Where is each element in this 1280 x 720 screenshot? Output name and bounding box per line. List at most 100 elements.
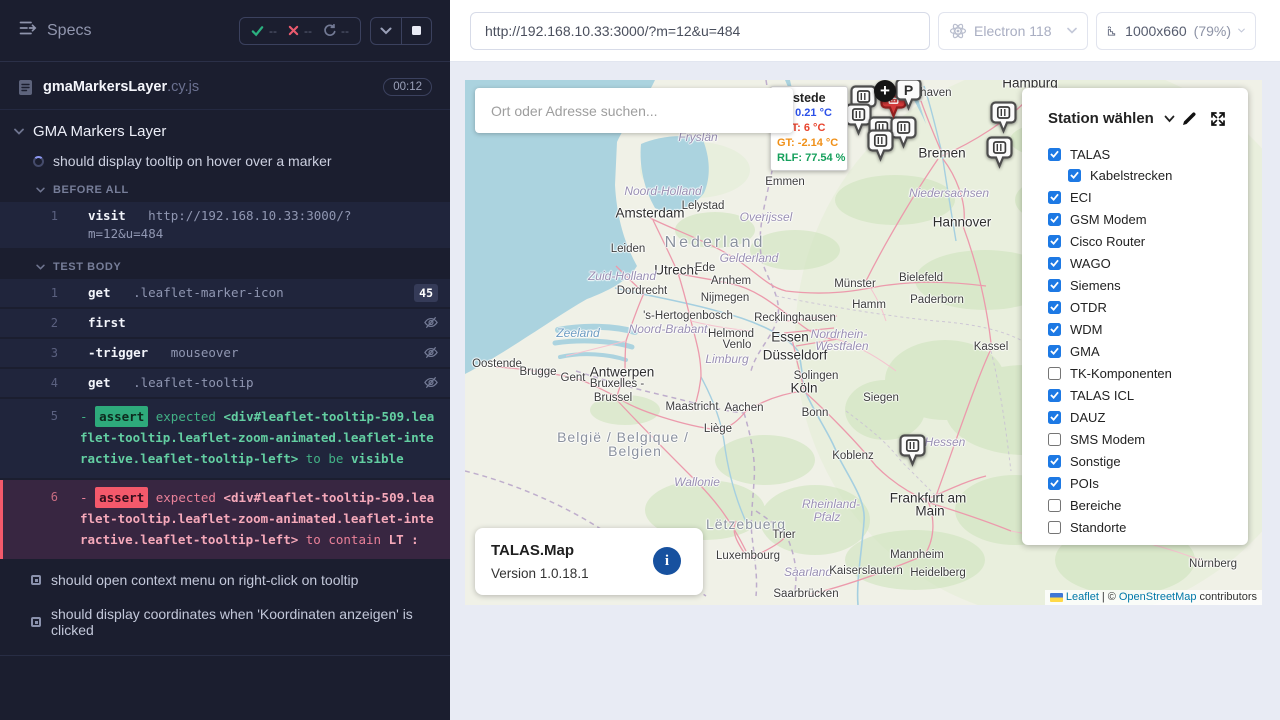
panel-title[interactable]: Station wählen	[1048, 110, 1154, 127]
layer-toggle-kabelstrecken[interactable]: Kabelstrecken	[1068, 168, 1226, 182]
aut-stage: HamburgBremerhavenBremenNiedersachsenHan…	[450, 62, 1280, 720]
stat-failed: --	[288, 24, 312, 38]
chevron-down-icon[interactable]	[1164, 115, 1175, 123]
map-label: Kaiserslautern	[829, 565, 903, 577]
checkbox-checked[interactable]	[1048, 279, 1061, 292]
checkbox-unchecked[interactable]	[1048, 499, 1061, 512]
checkbox-checked[interactable]	[1048, 323, 1061, 336]
command-assert-passed[interactable]: 5 - assert expected <div#leaflet-tooltip…	[0, 399, 450, 478]
layer-toggle-cisco-router[interactable]: Cisco Router	[1048, 234, 1226, 248]
parking-marker[interactable]: P	[895, 80, 922, 117]
collapse-all-button[interactable]	[371, 18, 401, 44]
layer-toggle-wago[interactable]: WAGO	[1048, 256, 1226, 270]
viewport-zoom: (79%)	[1194, 23, 1231, 39]
command-first[interactable]: 2 first	[0, 309, 450, 337]
checkbox-checked[interactable]	[1048, 148, 1061, 161]
command-assert-failed[interactable]: 6 - assert expected <div#leaflet-tooltip…	[0, 480, 450, 559]
checkbox-checked[interactable]	[1048, 257, 1061, 270]
checkbox-unchecked[interactable]	[1048, 367, 1061, 380]
test-body-header[interactable]: TEST BODY	[0, 252, 450, 279]
layer-label: Sonstige	[1070, 454, 1121, 469]
pending-test-row[interactable]: should open context menu on right-click …	[0, 563, 450, 597]
url-input[interactable]: http://192.168.10.33:3000/?m=12&u=484	[470, 12, 930, 50]
pending-test-row[interactable]: should display coordinates when 'Koordin…	[0, 597, 450, 647]
sidebar-divider	[0, 655, 450, 656]
layer-toggle-otdr[interactable]: OTDR	[1048, 300, 1226, 314]
checkbox-checked[interactable]	[1048, 345, 1061, 358]
map-label: Gelderland	[720, 251, 779, 265]
map-label: Amsterdam	[615, 206, 684, 221]
checkbox-unchecked[interactable]	[1048, 433, 1061, 446]
checkbox-checked[interactable]	[1048, 477, 1061, 490]
map-info-card: TALAS.Map Version 1.0.18.1 i	[475, 528, 703, 595]
stop-button[interactable]	[401, 18, 431, 44]
command-get-tooltip[interactable]: 4 get .leaflet-tooltip	[0, 369, 450, 397]
layer-toggle-bereiche[interactable]: Bereiche	[1048, 498, 1226, 512]
layer-toggle-gsm-modem[interactable]: GSM Modem	[1048, 212, 1226, 226]
command-visit[interactable]: 1 visit http://192.168.10.33:3000/?m=12&…	[0, 202, 450, 248]
checkbox-checked[interactable]	[1048, 213, 1061, 226]
layer-toggle-pois[interactable]: POIs	[1048, 476, 1226, 490]
test-body-commands: 1 get .leaflet-marker-icon 45 2 first 3 …	[0, 279, 450, 559]
viewport-select[interactable]: 1000x660 (79%)	[1096, 12, 1256, 50]
search-input[interactable]	[475, 88, 793, 133]
specs-menu-icon[interactable]	[18, 19, 37, 42]
checkbox-checked[interactable]	[1048, 235, 1061, 248]
station-marker[interactable]	[986, 136, 1013, 175]
layer-toggle-wdm[interactable]: WDM	[1048, 322, 1226, 336]
checkbox-checked[interactable]	[1048, 389, 1061, 402]
layer-control-panel: Station wählen TALAS Kabelstrecken ECI GSM …	[1022, 88, 1248, 545]
checkbox-unchecked[interactable]	[1048, 521, 1061, 534]
layer-label: TK-Komponenten	[1070, 366, 1172, 381]
layer-toggle-talas-icl[interactable]: TALAS ICL	[1048, 388, 1226, 402]
layer-toggle-sonstige[interactable]: Sonstige	[1048, 454, 1226, 468]
checkbox-checked[interactable]	[1048, 411, 1061, 424]
layer-toggle-talas[interactable]: TALAS	[1048, 147, 1226, 161]
command-get[interactable]: 1 get .leaflet-marker-icon 45	[0, 279, 450, 307]
pending-test-title: should display coordinates when 'Koordin…	[51, 606, 432, 638]
layer-toggle-standorte[interactable]: Standorte	[1048, 520, 1226, 534]
cluster-add-marker[interactable]: +	[874, 80, 896, 102]
layer-toggle-siemens[interactable]: Siemens	[1048, 278, 1226, 292]
layer-toggle-eci[interactable]: ECI	[1048, 190, 1226, 204]
map-label: Pfalz	[814, 510, 841, 524]
info-icon[interactable]: i	[653, 547, 681, 575]
map-label: Zeeland	[556, 326, 599, 340]
map-label: Brussel	[594, 392, 632, 404]
layer-toggle-dauz[interactable]: DAUZ	[1048, 410, 1226, 424]
osm-link[interactable]: OpenStreetMap	[1119, 591, 1197, 603]
edit-pencil-icon[interactable]	[1181, 111, 1197, 127]
station-marker[interactable]	[867, 129, 894, 168]
before-all-header[interactable]: BEFORE ALL	[0, 175, 450, 202]
map-label: Nürnberg	[1189, 558, 1237, 570]
checkbox-checked[interactable]	[1068, 169, 1081, 182]
checkbox-checked[interactable]	[1048, 455, 1061, 468]
aut-topbar: http://192.168.10.33:3000/?m=12&u=484 El…	[450, 0, 1280, 62]
pending-test-title: should open context menu on right-click …	[51, 572, 358, 588]
suite-row[interactable]: GMA Markers Layer	[0, 110, 450, 145]
browser-select[interactable]: Electron 118	[938, 12, 1088, 50]
specs-title[interactable]: Specs	[47, 22, 91, 40]
chevron-down-icon	[1238, 27, 1245, 34]
command-trigger[interactable]: 3 -trigger mouseover	[0, 339, 450, 367]
station-marker[interactable]	[899, 434, 926, 473]
layer-label: TALAS ICL	[1070, 388, 1134, 403]
expand-icon[interactable]	[1210, 111, 1226, 127]
station-marker[interactable]	[990, 101, 1017, 140]
leaflet-link[interactable]: Leaflet	[1066, 591, 1099, 603]
leaflet-map[interactable]: HamburgBremerhavenBremenNiedersachsenHan…	[465, 80, 1262, 605]
spec-file-row[interactable]: gmaMarkersLayer.cy.js 00:12	[0, 62, 450, 110]
layer-toggle-gma[interactable]: GMA	[1048, 344, 1226, 358]
map-label: Münster	[834, 278, 876, 290]
active-test-row[interactable]: should display tooltip on hover over a m…	[0, 145, 450, 175]
viewport-ruler-icon	[1107, 23, 1118, 39]
reporter-header-buttons	[370, 17, 432, 45]
checkbox-checked[interactable]	[1048, 191, 1061, 204]
tooltip-measurement: RLF: 77.54 %	[777, 151, 841, 166]
layer-toggle-tk-komponenten[interactable]: TK-Komponenten	[1048, 366, 1226, 380]
layer-toggle-sms-modem[interactable]: SMS Modem	[1048, 432, 1226, 446]
chevron-down-icon	[380, 27, 392, 35]
map-label: Wallonie	[674, 475, 720, 489]
map-label: Heidelberg	[910, 567, 966, 579]
checkbox-checked[interactable]	[1048, 301, 1061, 314]
